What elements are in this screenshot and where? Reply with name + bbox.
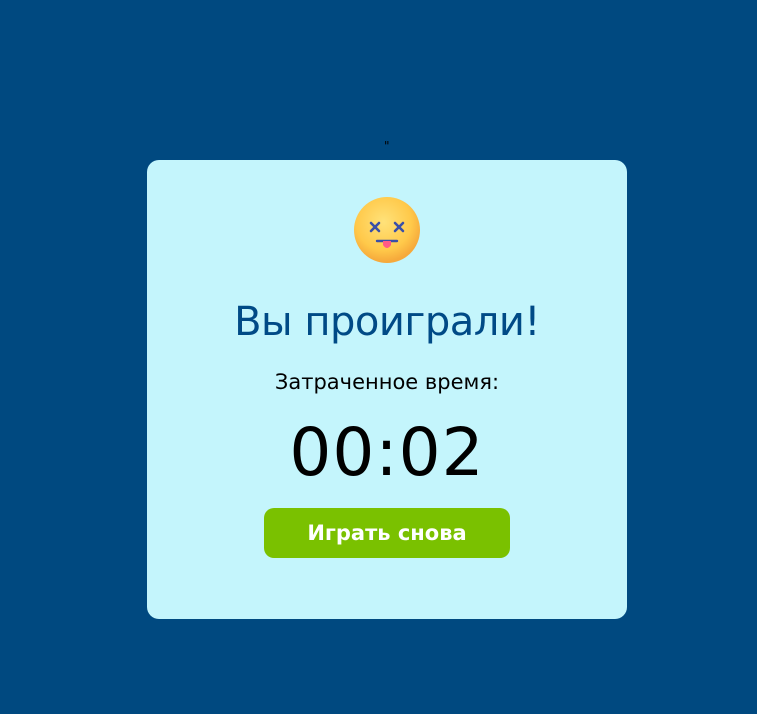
dizzy-face-icon <box>353 196 421 264</box>
game-over-title: Вы проиграли! <box>234 299 540 345</box>
time-spent-value: 00:02 <box>289 414 485 491</box>
play-again-button[interactable]: Играть снова <box>264 508 510 558</box>
time-spent-label: Затраченное время: <box>274 370 500 394</box>
stray-quote-mark: " <box>384 139 390 153</box>
game-over-modal: Вы проиграли! Затраченное время: 00:02 И… <box>147 160 627 619</box>
